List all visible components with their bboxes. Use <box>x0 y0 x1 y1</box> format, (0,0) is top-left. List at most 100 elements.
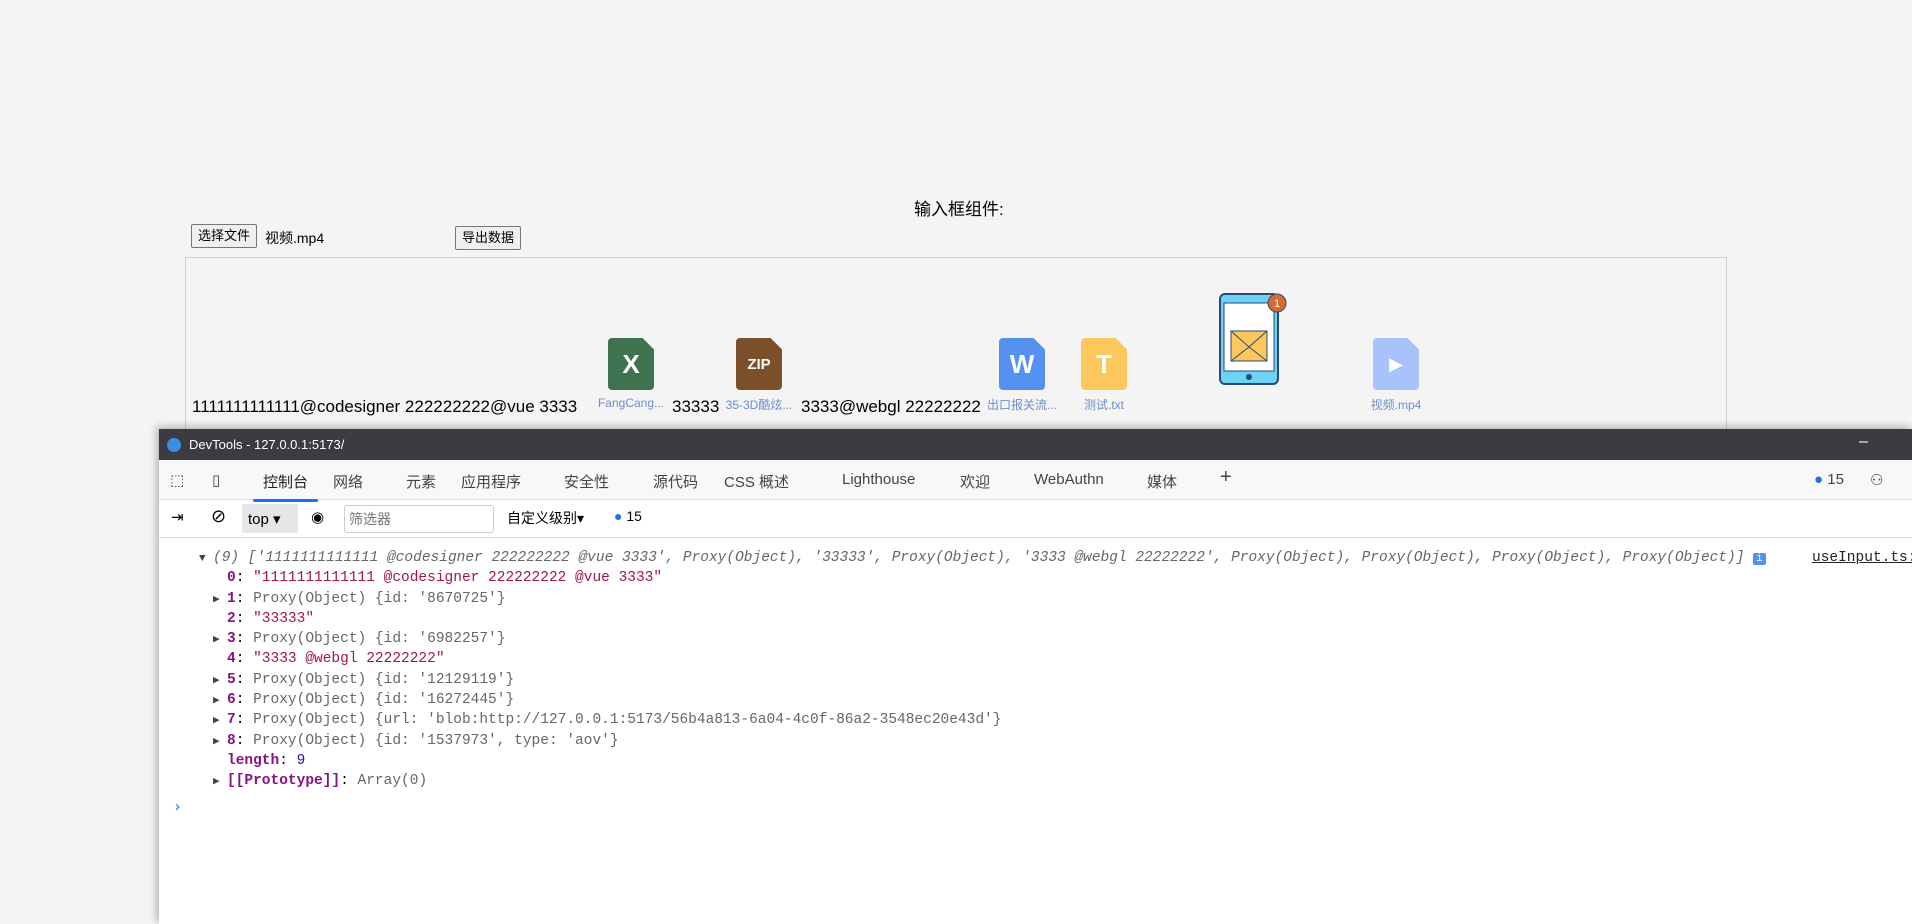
source-link[interactable]: useInput.ts: <box>1812 548 1912 568</box>
entry-key: 7 <box>227 712 236 729</box>
console-entry: length: 9 <box>227 752 306 769</box>
log-summary[interactable]: ▼ (9) ['1111111111111 @codesigner 2222222… <box>159 548 1912 568</box>
console-entry[interactable]: ▶ [[Prototype]]: Array(0) <box>159 771 1912 791</box>
context-value: top <box>248 511 269 528</box>
expand-triangle-icon[interactable]: ▶ <box>213 590 227 610</box>
log-levels-dropdown[interactable]: 自定义级别▾ <box>507 508 584 528</box>
word-icon: W <box>999 338 1045 390</box>
tab-css-overview[interactable]: CSS 概述 <box>724 471 789 492</box>
file-chip-zip[interactable]: ZIP 35-3D酷炫... <box>724 338 794 413</box>
filter-input[interactable] <box>344 505 494 533</box>
inspect-icon[interactable]: ⬚ <box>170 471 184 489</box>
devtools-tabbar: ⬚ ▯ 控制台 网络 元素 应用程序 安全性 源代码 CSS 概述 Lighth… <box>159 460 1912 502</box>
entry-value: Proxy(Object) {id: '12129119'} <box>253 671 515 688</box>
zip-icon: ZIP <box>736 338 782 390</box>
file-chip-txt[interactable]: T 测试.txt <box>1069 338 1139 413</box>
feedback-icon[interactable]: ⚇ <box>1870 471 1883 489</box>
console-entry[interactable]: ▶ 5: Proxy(Object) {id: '12129119'} <box>159 670 1912 690</box>
tab-network[interactable]: 网络 <box>333 471 363 492</box>
console-entry[interactable]: ▶ 3: Proxy(Object) {id: '6982257'} <box>159 629 1912 649</box>
file-label: FangCang... <box>597 396 665 410</box>
editor-text: 1111111111111@codesigner 222222222@vue 3… <box>192 397 578 416</box>
entry-key: length <box>227 752 280 769</box>
device-toolbar-icon[interactable]: ▯ <box>212 471 220 489</box>
issues-counter[interactable]: ● 15 <box>1814 471 1844 488</box>
tab-security[interactable]: 安全性 <box>564 471 609 492</box>
notification-badge: 1 <box>1274 298 1280 310</box>
entry-value: Proxy(Object) {id: '6982257'} <box>253 631 506 648</box>
tab-media[interactable]: 媒体 <box>1147 471 1177 492</box>
window-title: DevTools - 127.0.0.1:5173/ <box>189 437 345 452</box>
console-entry[interactable]: ▶ 7: Proxy(Object) {url: 'blob:http://127… <box>159 710 1912 730</box>
message-counter[interactable]: ● 15 <box>614 508 642 524</box>
entry-key: 4 <box>227 651 236 668</box>
entry-value: Proxy(Object) {id: '8670725'} <box>253 590 506 607</box>
console-entry: 2: "33333" <box>227 610 315 627</box>
console-entry: 4: "3333 @webgl 22222222" <box>227 651 445 668</box>
entry-key: 0 <box>227 570 236 587</box>
txt-icon: T <box>1081 338 1127 390</box>
tab-console[interactable]: 控制台 <box>252 471 319 502</box>
live-expression-eye-icon[interactable]: ◉ <box>311 508 324 526</box>
entry-key: 1 <box>227 590 236 607</box>
file-label: 视频.mp4 <box>1370 398 1422 412</box>
console-entry[interactable]: ▶ 8: Proxy(Object) {id: '1537973', type: … <box>159 731 1912 751</box>
expand-triangle-icon[interactable]: ▶ <box>213 691 227 711</box>
more-tabs-plus-icon[interactable]: + <box>1220 466 1232 489</box>
editor-text: 33333 <box>672 397 720 416</box>
selected-file-name: 视频.mp4 <box>265 230 325 246</box>
message-icon: ● <box>614 508 623 524</box>
entry-key: 3 <box>227 631 236 648</box>
file-chip-video[interactable]: ▶ 视频.mp4 <box>1361 338 1431 413</box>
expand-triangle-icon[interactable]: ▶ <box>213 711 227 731</box>
entry-value: Proxy(Object) {id: '1537973', type: 'aov… <box>253 732 619 749</box>
excel-icon: X <box>608 338 654 390</box>
message-count: 15 <box>626 508 642 524</box>
entry-value: "33333" <box>253 610 315 627</box>
export-data-button[interactable]: 导出数据 <box>455 226 522 250</box>
file-chip-excel[interactable]: X FangCang... <box>596 338 666 410</box>
file-label: 测试.txt <box>1083 398 1124 412</box>
entry-value: "3333 @webgl 22222222" <box>253 651 445 668</box>
tab-welcome[interactable]: 欢迎 <box>960 471 990 492</box>
entry-value: Array(0) <box>357 773 428 790</box>
issues-icon: ● <box>1814 471 1824 488</box>
entry-value: Proxy(Object) {id: '16272445'} <box>253 692 515 709</box>
minimize-button[interactable]: – <box>1859 433 1868 451</box>
file-chip-word[interactable]: W 出口报关流... <box>987 338 1057 413</box>
phone-mail-icon: 1 <box>1219 293 1287 385</box>
sidebar-toggle-icon[interactable]: ⇥ <box>171 508 184 526</box>
issues-count: 15 <box>1827 471 1844 488</box>
console-prompt[interactable]: › <box>159 798 1912 818</box>
page-title: 输入框组件: <box>914 200 1004 219</box>
expand-triangle-icon[interactable]: ▶ <box>213 732 227 752</box>
entry-value: 9 <box>296 752 306 769</box>
console-entry[interactable]: ▶ 6: Proxy(Object) {id: '16272445'} <box>159 690 1912 710</box>
tab-elements[interactable]: 元素 <box>406 471 436 492</box>
tab-lighthouse[interactable]: Lighthouse <box>842 471 915 488</box>
expand-triangle-icon[interactable]: ▶ <box>213 671 227 691</box>
devtools-titlebar: DevTools - 127.0.0.1:5173/ – <box>159 429 1912 460</box>
expand-triangle-icon[interactable]: ▶ <box>213 772 227 792</box>
info-icon: i <box>1753 553 1766 565</box>
entry-key: 2 <box>227 610 236 627</box>
choose-file-button[interactable]: 选择文件 <box>191 224 258 248</box>
inserted-image[interactable]: 1 <box>1219 291 1287 387</box>
console-output: ▼ (9) ['1111111111111 @codesigner 2222222… <box>159 538 1912 818</box>
entry-value: "1111111111111 @codesigner 222222222 @vu… <box>253 570 663 587</box>
entry-key: 5 <box>227 671 236 688</box>
edge-icon <box>167 437 181 452</box>
tab-sources[interactable]: 源代码 <box>653 471 698 492</box>
console-entry[interactable]: ▶ 1: Proxy(Object) {id: '8670725'} <box>159 589 1912 609</box>
console-toolbar: ⇥ ⊘ top ▾ ◉ 自定义级别▾ ● 15 <box>159 500 1912 538</box>
context-select[interactable]: top ▾ <box>242 504 298 533</box>
entry-value: Proxy(Object) {url: 'blob:http://127.0.0… <box>253 712 1002 729</box>
entry-key: 8 <box>227 732 236 749</box>
video-icon: ▶ <box>1373 338 1419 390</box>
clear-console-icon[interactable]: ⊘ <box>211 506 226 527</box>
expand-triangle-icon[interactable]: ▶ <box>213 630 227 650</box>
tab-application[interactable]: 应用程序 <box>461 471 521 492</box>
console-entry: 0: "1111111111111 @codesigner 222222222 … <box>227 570 663 587</box>
tab-webauthn[interactable]: WebAuthn <box>1034 471 1104 488</box>
entry-key: 6 <box>227 692 236 709</box>
